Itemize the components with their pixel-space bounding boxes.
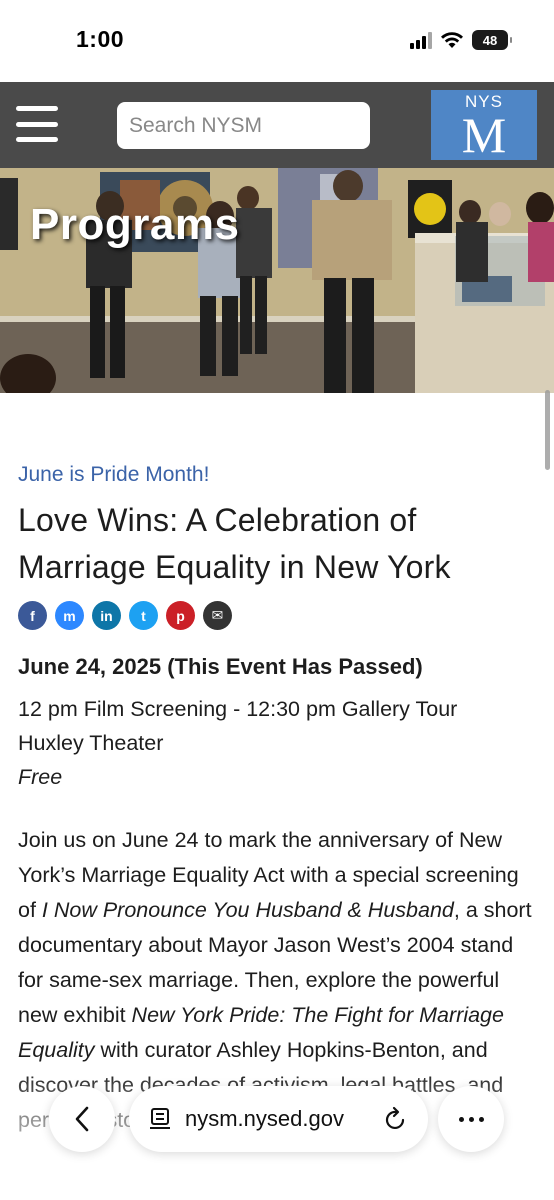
site-header: NYS M — [0, 82, 554, 168]
status-time: 1:00 — [76, 26, 125, 52]
event-date: June 24, 2025 (This Event Has Passed) — [18, 654, 423, 679]
back-button[interactable] — [49, 1086, 115, 1152]
search-input[interactable] — [117, 102, 370, 149]
email-icon[interactable]: ✉ — [203, 601, 232, 630]
event-kicker: June is Pride Month! — [18, 463, 210, 486]
linkedin-icon[interactable]: in — [92, 601, 121, 630]
share-row: f m in t p ✉ — [18, 601, 538, 630]
main-content: June is Pride Month! Love Wins: A Celebr… — [18, 460, 538, 1138]
messenger-icon[interactable]: m — [55, 601, 84, 630]
reload-icon[interactable] — [384, 1106, 408, 1132]
logo-m-letter: M — [461, 107, 507, 163]
address-bar[interactable]: nysm.nysed.gov — [129, 1086, 428, 1152]
event-time: 12 pm Film Screening - 12:30 pm Gallery … — [18, 697, 458, 721]
event-location: Huxley Theater — [18, 731, 164, 755]
event-title: Love Wins: A Celebration of Marriage Equ… — [18, 502, 451, 585]
event-details: 12 pm Film Screening - 12:30 pm Gallery … — [18, 692, 538, 794]
signal-icon — [410, 31, 432, 49]
more-icon[interactable] — [438, 1086, 504, 1152]
nysm-logo[interactable]: NYS M — [431, 90, 537, 160]
hamburger-icon[interactable] — [16, 106, 58, 142]
hero-title: Programs — [30, 200, 240, 249]
event-price: Free — [18, 765, 63, 789]
battery-icon: 48 — [472, 30, 512, 50]
reader-icon[interactable] — [149, 1107, 171, 1131]
pinterest-icon[interactable]: p — [166, 601, 195, 630]
chevron-left-icon — [75, 1106, 89, 1132]
facebook-icon[interactable]: f — [18, 601, 47, 630]
browser-toolbar: nysm.nysed.gov — [0, 1070, 554, 1200]
status-bar: 1:00 48 — [0, 0, 554, 82]
wifi-icon — [441, 32, 463, 48]
page-scrollbar[interactable] — [545, 390, 550, 470]
film-title: I Now Pronounce You Husband & Husband — [41, 898, 454, 922]
url-text: nysm.nysed.gov — [185, 1106, 344, 1131]
hero-banner: Programs — [0, 168, 554, 393]
twitter-icon[interactable]: t — [129, 601, 158, 630]
battery-level: 48 — [482, 32, 498, 48]
status-icons: 48 — [410, 30, 512, 50]
